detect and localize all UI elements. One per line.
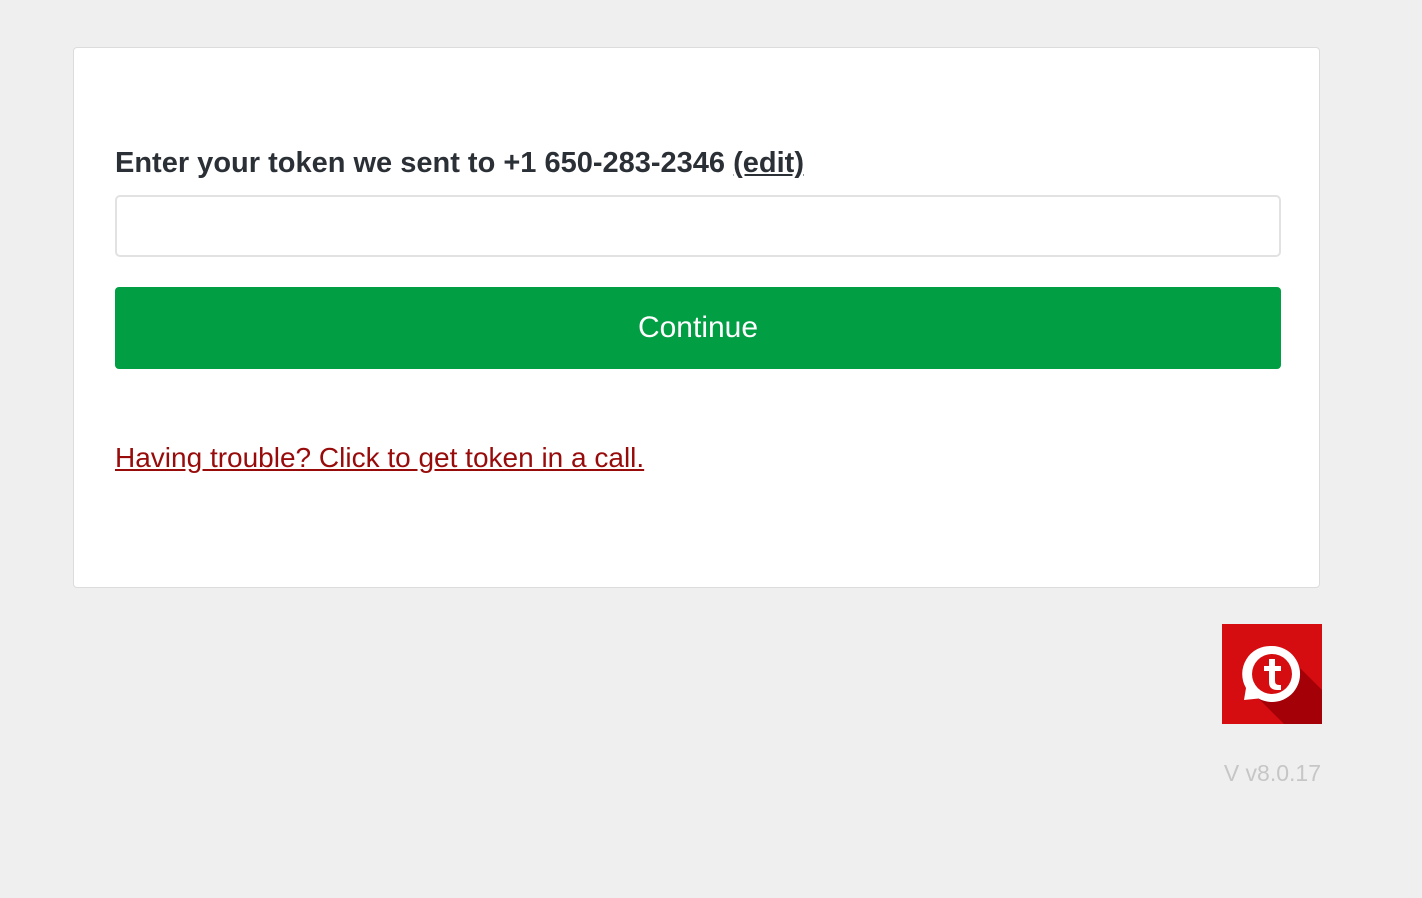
edit-phone-link[interactable]: (edit): [733, 147, 804, 179]
continue-button[interactable]: Continue: [115, 287, 1281, 369]
token-prompt: Enter your token we sent to +1 650-283-2…: [115, 145, 804, 181]
token-card: Enter your token we sent to +1 650-283-2…: [73, 47, 1320, 588]
twilio-t-logo-icon: [1222, 624, 1322, 724]
token-prompt-text: Enter your token we sent to +1 650-283-2…: [115, 147, 726, 179]
version-label: V v8.0.17: [1223, 760, 1321, 786]
call-token-link[interactable]: Having trouble? Click to get token in a …: [115, 440, 644, 476]
token-input[interactable]: [115, 195, 1281, 257]
